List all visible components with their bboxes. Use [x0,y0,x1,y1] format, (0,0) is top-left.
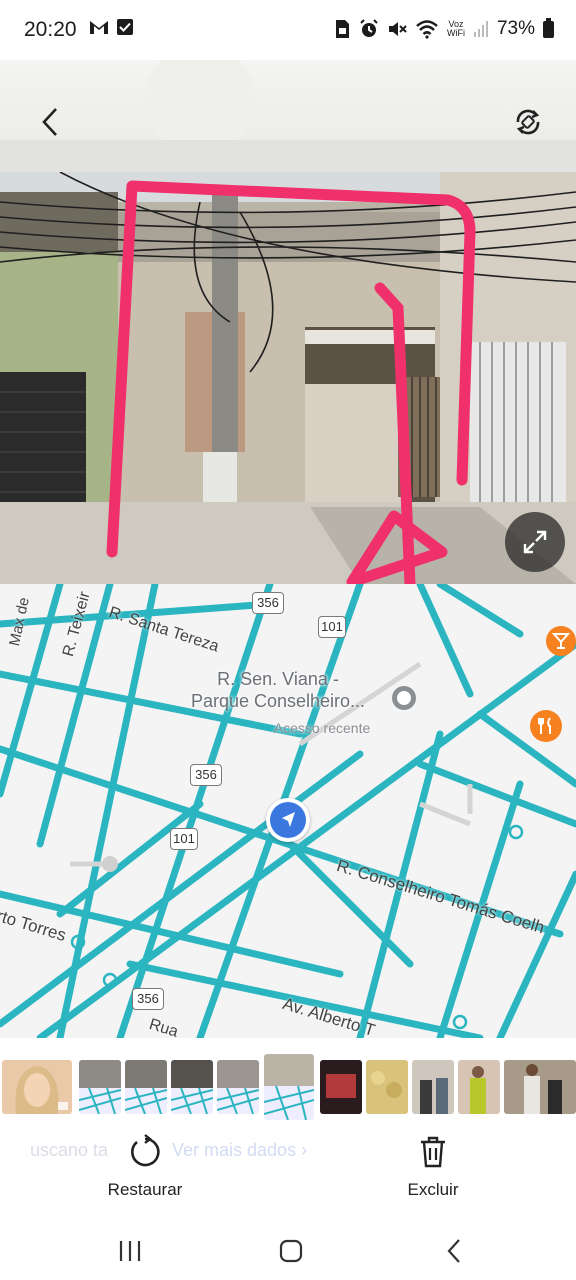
thumbnail-map[interactable] [125,1060,167,1114]
current-location-marker[interactable] [266,798,310,842]
route-shield: 356 [252,592,284,614]
photo-top-area [0,45,576,172]
poster-thumbnail-image [320,1060,362,1114]
thumbnail-portrait[interactable] [2,1060,72,1114]
wifi-label: WiFi [446,28,465,38]
thumbnail-map-selected[interactable] [264,1054,314,1120]
battery-percent: 73% [496,18,535,39]
rotate-button[interactable] [506,100,550,144]
home-icon [279,1239,303,1263]
wifi-icon [416,20,438,39]
route-shield: 101 [170,828,198,850]
route-shield: 101 [318,616,346,638]
back-arrow-icon [42,108,57,136]
battery-icon [543,17,554,38]
restore-button[interactable]: Restaurar [85,1134,205,1200]
people-thumbnail-image [504,1060,576,1114]
status-time: 20:20 [24,18,77,41]
check-square-icon [117,19,133,35]
people-thumbnail-image [458,1060,500,1114]
bar-icon [552,633,570,649]
delete-label: Excluir [407,1180,459,1199]
restore-label: Restaurar [107,1180,183,1199]
nav-back-icon [447,1239,460,1263]
status-right-icons: Voz WiFi 73% [333,17,554,40]
status-bar: 20:20 Voz WiFi 73% [0,0,576,60]
thumbnail-food[interactable] [366,1060,408,1114]
restore-icon [131,1134,160,1167]
navigation-arrow-icon [270,802,306,838]
food-thumbnail-image [366,1060,408,1114]
selected-map-thumbnail-image [264,1054,314,1120]
restaurant-icon [538,717,551,734]
thumbnail-map[interactable] [171,1060,213,1114]
status-left-icons [88,18,134,36]
portrait-photo [2,1060,72,1114]
alarm-icon [360,19,378,37]
map-thumbnail-image [171,1060,213,1114]
street-view-photo[interactable] [0,172,576,584]
voz-wifi-label: Voz WiFi [447,20,465,38]
recent-apps-button[interactable] [106,1236,154,1266]
trash-icon [421,1136,445,1168]
map-thumbnail-image [125,1060,167,1114]
route-shield: 356 [132,988,164,1010]
thumbnail-map[interactable] [217,1060,259,1114]
nav-back-button[interactable] [430,1236,478,1266]
expand-button[interactable] [505,512,565,572]
place-title: R. Sen. Viana - Parque Conselheiro... [168,668,388,712]
thumbnail-people[interactable] [458,1060,500,1114]
delete-button[interactable]: Excluir [373,1134,493,1200]
back-button[interactable] [28,100,72,144]
bar-poi[interactable] [546,626,576,656]
photo-top-background [0,45,576,172]
people-thumbnail-image [412,1060,454,1114]
place-subtitle: Acesso recente [273,720,371,736]
map-thumbnail-image [79,1060,121,1114]
route-shield: 356 [190,764,222,786]
gmail-icon [90,21,108,34]
thumbnail-poster[interactable] [320,1060,362,1114]
signal-icon [473,21,488,37]
restaurant-poi[interactable] [530,710,562,742]
thumbnail-strip[interactable] [0,1040,576,1122]
thumbnail-people[interactable] [504,1060,576,1114]
thumbnail-people[interactable] [412,1060,454,1114]
home-button[interactable] [267,1236,315,1266]
system-navigation-bar [0,1222,576,1280]
street-view-image [0,172,576,584]
place-title-line2: Parque Conselheiro... [190,691,366,711]
auto-rotate-icon [516,109,540,135]
map-thumbnail-image [217,1060,259,1114]
expand-icon [523,530,547,554]
recent-apps-icon [119,1241,141,1261]
mute-icon [388,22,407,36]
sim-icon [335,20,349,38]
map-view[interactable]: 356 101 356 101 356 R. Santa Tereza R. T… [0,584,576,1038]
thumbnail-map[interactable] [79,1060,121,1114]
place-title-line1: R. Sen. Viana - [217,669,339,689]
